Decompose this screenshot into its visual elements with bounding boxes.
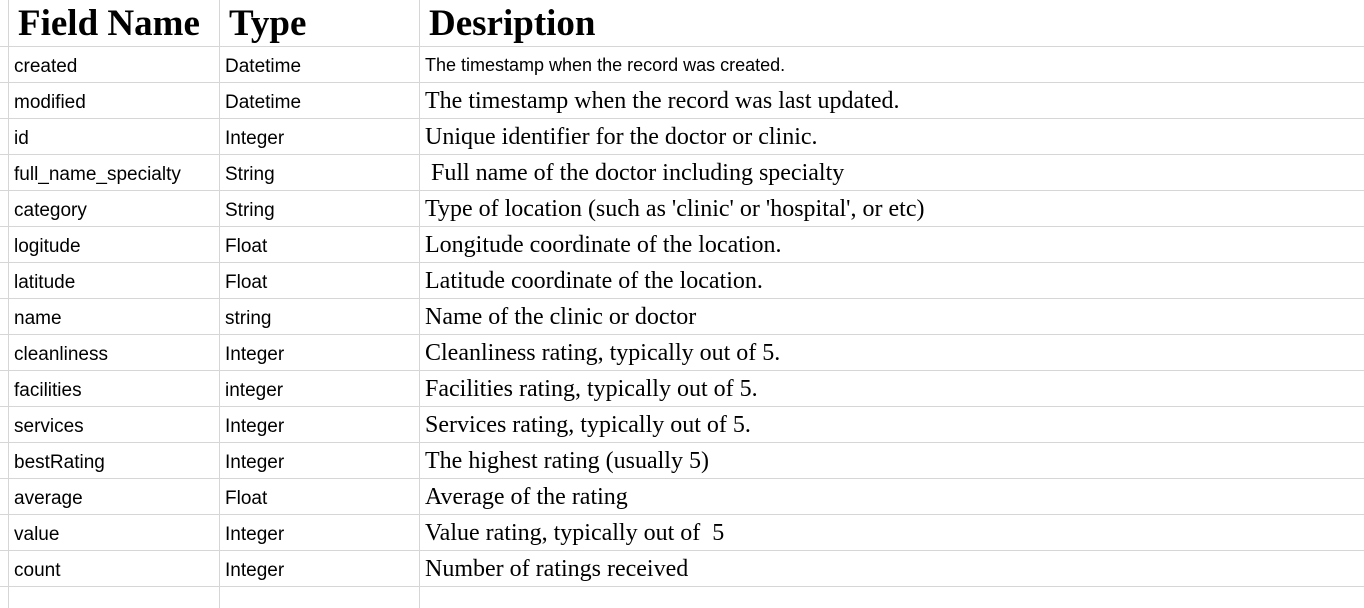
spreadsheet-table: Field Name Type Desription created Datet… (0, 0, 1364, 608)
table-row: logitude Float Longitude coordinate of t… (0, 227, 1364, 263)
header-field-name[interactable]: Field Name (8, 0, 219, 46)
description-cell[interactable]: Average of the rating (419, 479, 1364, 514)
type-cell[interactable]: Integer (219, 443, 419, 478)
type-cell[interactable]: Integer (219, 551, 419, 586)
table-row: name string Name of the clinic or doctor (0, 299, 1364, 335)
table-row: facilities integer Facilities rating, ty… (0, 371, 1364, 407)
type-cell[interactable]: Integer (219, 335, 419, 370)
description-cell[interactable]: Facilities rating, typically out of 5. (419, 371, 1364, 406)
table-row: modified Datetime The timestamp when the… (0, 83, 1364, 119)
type-cell[interactable]: String (219, 191, 419, 226)
table-row: services Integer Services rating, typica… (0, 407, 1364, 443)
header-row: Field Name Type Desription (0, 0, 1364, 47)
field-name-cell[interactable]: category (8, 191, 219, 226)
description-cell[interactable]: Latitude coordinate of the location. (419, 263, 1364, 298)
type-cell[interactable]: Integer (219, 119, 419, 154)
type-cell[interactable]: string (219, 299, 419, 334)
type-cell[interactable]: Float (219, 479, 419, 514)
field-name-cell[interactable]: services (8, 407, 219, 442)
type-cell[interactable]: Datetime (219, 83, 419, 118)
description-cell[interactable]: The timestamp when the record was last u… (419, 83, 1364, 118)
field-name-cell[interactable]: count (8, 551, 219, 586)
field-name-cell[interactable]: latitude (8, 263, 219, 298)
field-name-cell[interactable]: created (8, 47, 219, 82)
field-name-cell[interactable]: logitude (8, 227, 219, 262)
empty-cell[interactable] (8, 587, 219, 608)
table-row: count Integer Number of ratings received (0, 551, 1364, 587)
field-name-cell[interactable]: facilities (8, 371, 219, 406)
description-cell[interactable]: The timestamp when the record was create… (419, 47, 1364, 82)
description-cell[interactable]: Full name of the doctor including specia… (419, 155, 1364, 190)
description-cell[interactable]: Type of location (such as 'clinic' or 'h… (419, 191, 1364, 226)
description-cell[interactable]: Services rating, typically out of 5. (419, 407, 1364, 442)
field-name-cell[interactable]: cleanliness (8, 335, 219, 370)
description-cell[interactable]: Unique identifier for the doctor or clin… (419, 119, 1364, 154)
field-name-cell[interactable]: value (8, 515, 219, 550)
field-name-cell[interactable]: full_name_specialty (8, 155, 219, 190)
empty-cell[interactable] (219, 587, 419, 608)
description-cell[interactable]: Number of ratings received (419, 551, 1364, 586)
type-cell[interactable]: String (219, 155, 419, 190)
type-cell[interactable]: Integer (219, 515, 419, 550)
table-row: category String Type of location (such a… (0, 191, 1364, 227)
type-cell[interactable]: Float (219, 263, 419, 298)
table-row: id Integer Unique identifier for the doc… (0, 119, 1364, 155)
table-row: average Float Average of the rating (0, 479, 1364, 515)
type-cell[interactable]: Integer (219, 407, 419, 442)
table-row: created Datetime The timestamp when the … (0, 47, 1364, 83)
empty-cell[interactable] (419, 587, 1364, 608)
field-name-cell[interactable]: name (8, 299, 219, 334)
description-cell[interactable]: Value rating, typically out of 5 (419, 515, 1364, 550)
type-cell[interactable]: Datetime (219, 47, 419, 82)
description-cell[interactable]: Cleanliness rating, typically out of 5. (419, 335, 1364, 370)
table-row: bestRating Integer The highest rating (u… (0, 443, 1364, 479)
field-name-cell[interactable]: average (8, 479, 219, 514)
table-row: cleanliness Integer Cleanliness rating, … (0, 335, 1364, 371)
type-cell[interactable]: Float (219, 227, 419, 262)
table-row: latitude Float Latitude coordinate of th… (0, 263, 1364, 299)
type-cell[interactable]: integer (219, 371, 419, 406)
empty-row (0, 587, 1364, 608)
description-cell[interactable]: Longitude coordinate of the location. (419, 227, 1364, 262)
header-type[interactable]: Type (219, 0, 419, 46)
table-row: value Integer Value rating, typically ou… (0, 515, 1364, 551)
field-name-cell[interactable]: bestRating (8, 443, 219, 478)
description-cell[interactable]: The highest rating (usually 5) (419, 443, 1364, 478)
description-cell[interactable]: Name of the clinic or doctor (419, 299, 1364, 334)
field-name-cell[interactable]: id (8, 119, 219, 154)
header-description[interactable]: Desription (419, 0, 1364, 46)
table-row: full_name_specialty String Full name of … (0, 155, 1364, 191)
field-name-cell[interactable]: modified (8, 83, 219, 118)
